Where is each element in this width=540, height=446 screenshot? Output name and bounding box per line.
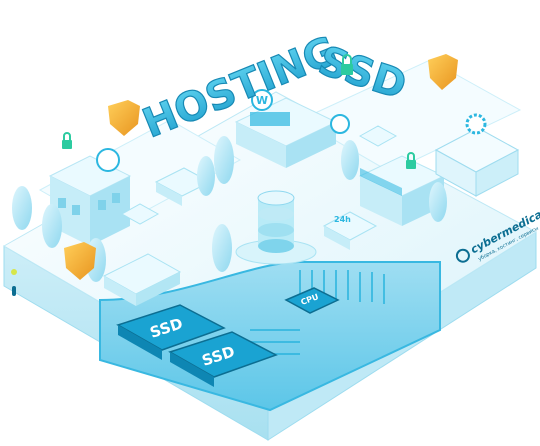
hosting-ssd-illustration: SSD SSD CPU W 24h HOSTING SSD cybermedic… <box>2 27 540 441</box>
van-24h-label: 24h <box>334 215 351 224</box>
lock-icon <box>62 132 72 149</box>
joomla-sign-icon <box>330 114 350 134</box>
gear-icon <box>465 113 487 135</box>
power-led <box>11 269 17 275</box>
joomla-icon <box>96 148 120 172</box>
status-led <box>12 286 16 296</box>
